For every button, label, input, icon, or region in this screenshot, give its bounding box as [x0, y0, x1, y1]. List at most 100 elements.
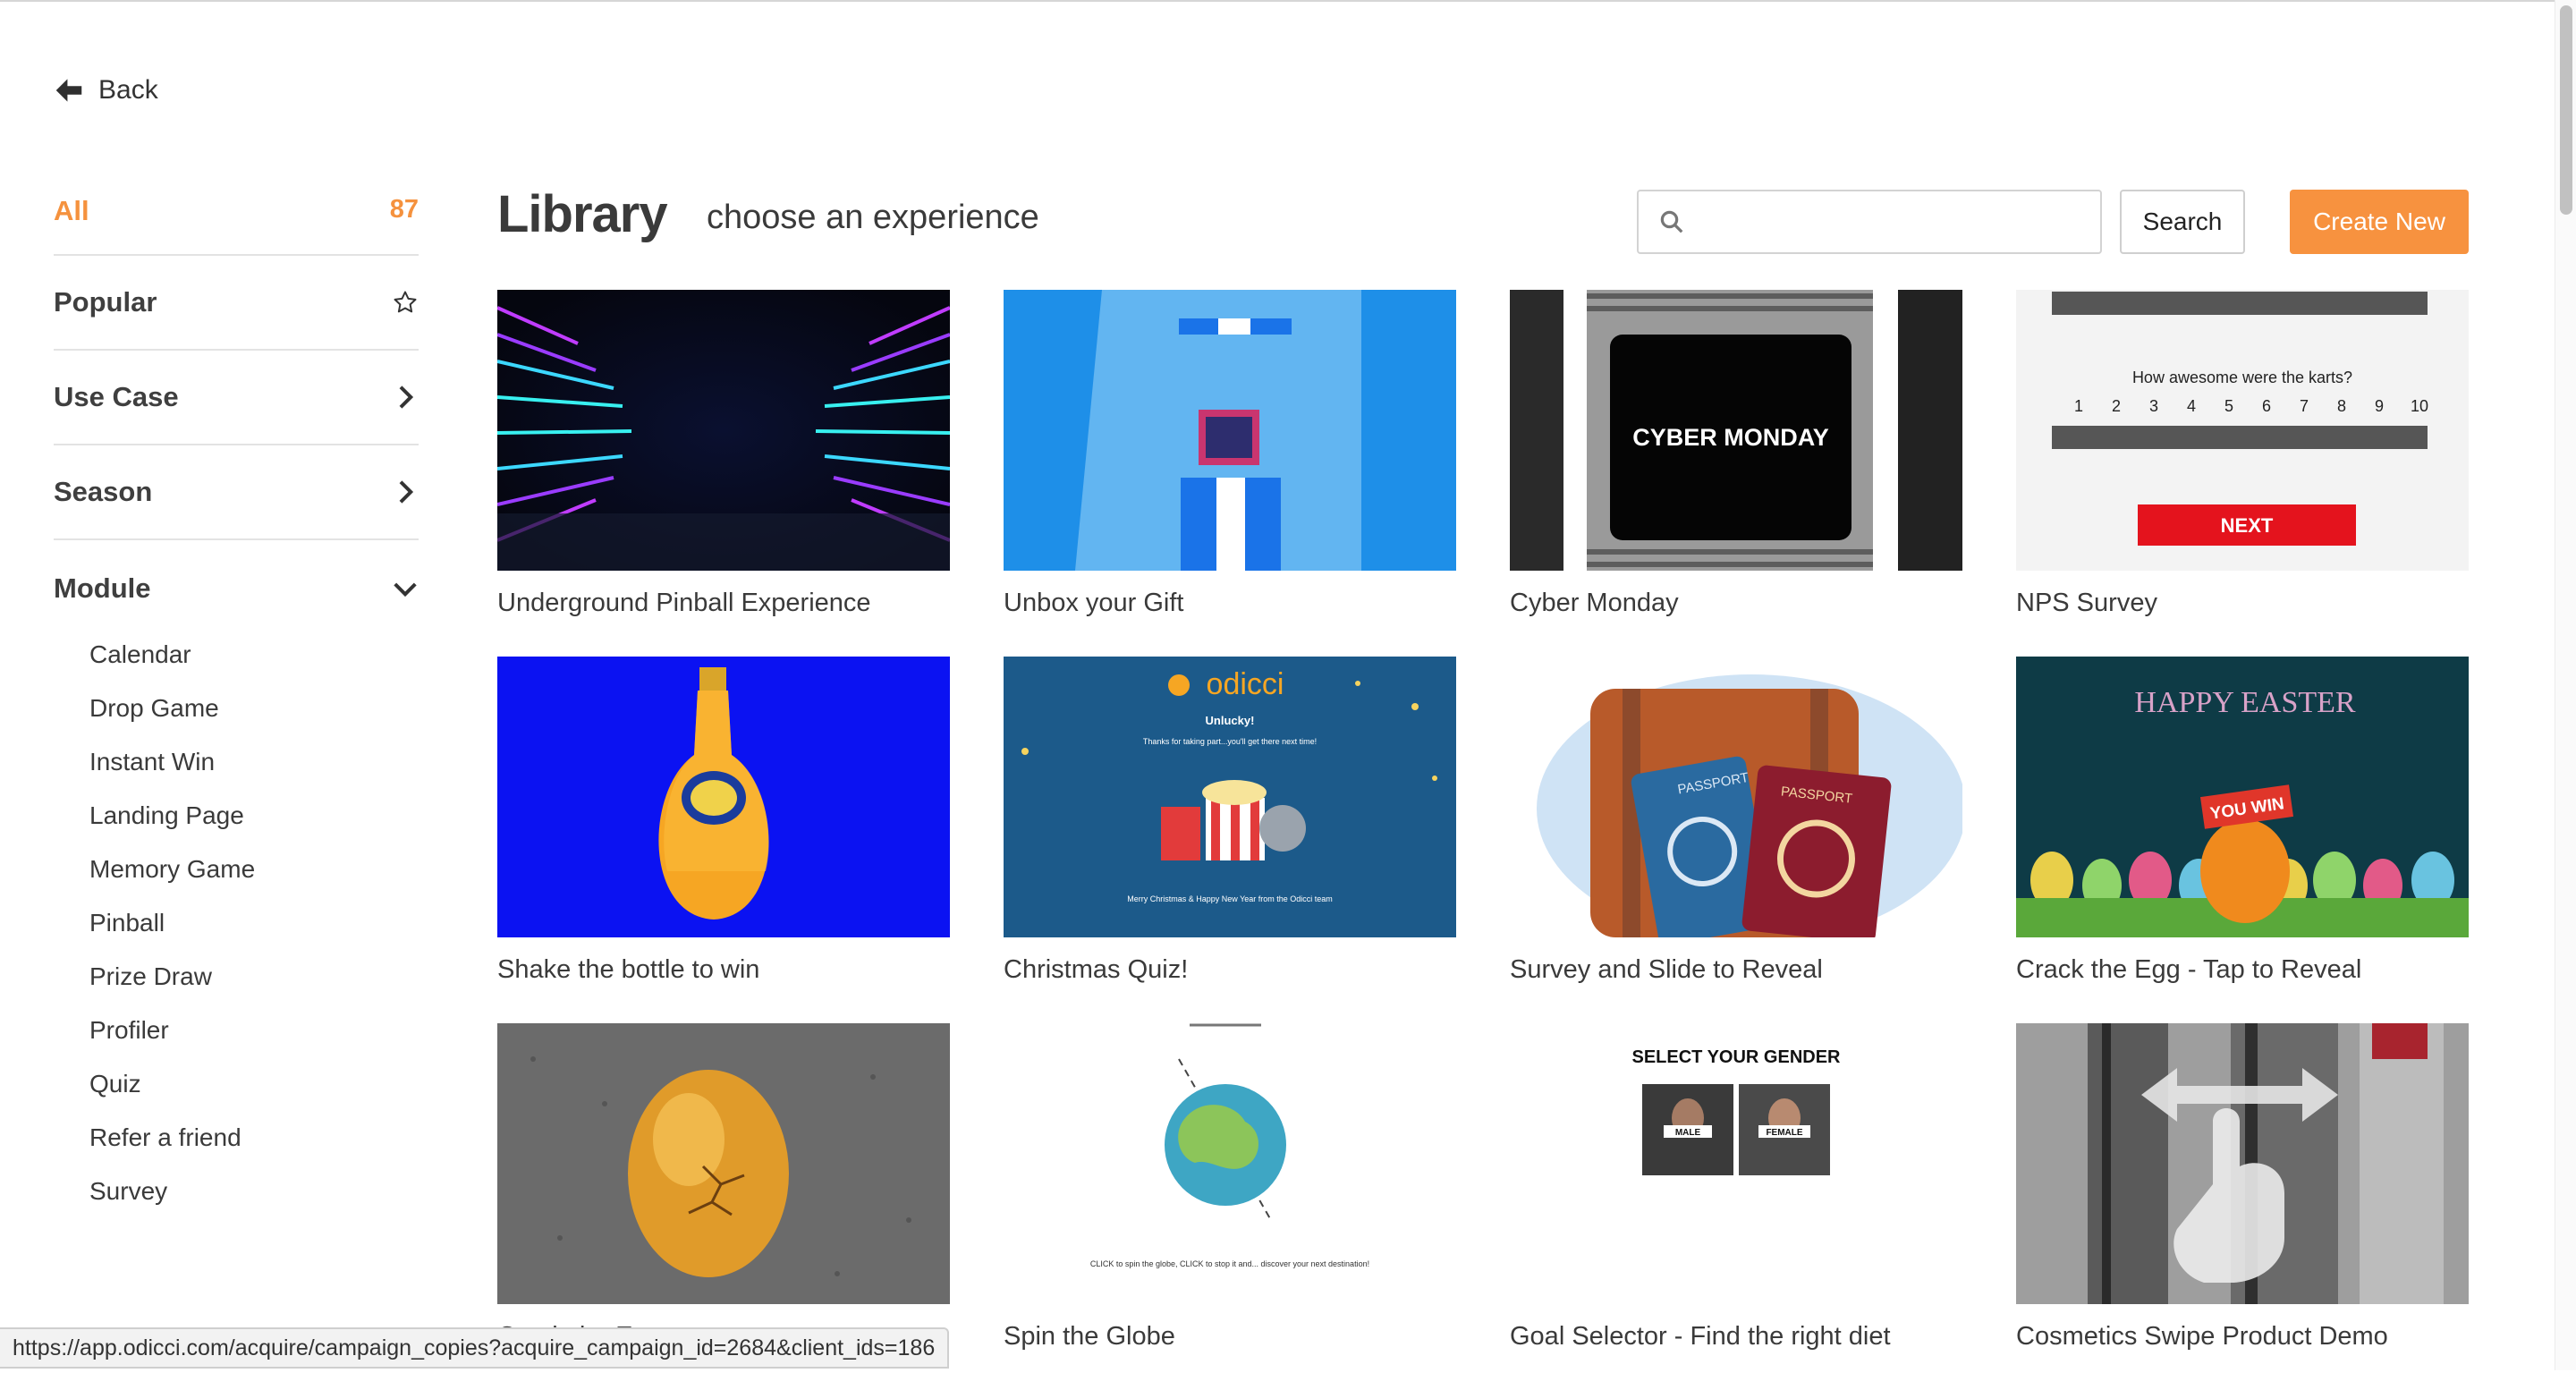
sidebar-all-count: 87	[389, 195, 419, 224]
scale-2: 2	[2112, 397, 2121, 415]
back-link[interactable]: Back	[52, 73, 158, 107]
thumb-question: How awesome were the karts?	[2132, 369, 2352, 386]
card-title: Christmas Quiz!	[1004, 955, 1189, 984]
card-thumbnail: HAPPY EASTER YOU WIN	[2016, 657, 2469, 937]
sidebar-item-label: Module	[54, 572, 151, 604]
experience-card[interactable]: HAPPY EASTER YOU WIN Crack the Egg - Tap…	[2016, 657, 2469, 1023]
experience-card[interactable]: How awesome were the karts? 1 2 3 4 5 6 …	[2016, 290, 2469, 657]
search-input[interactable]	[1696, 191, 2100, 252]
nps-survey-image: How awesome were the karts? 1 2 3 4 5 6 …	[2016, 290, 2469, 571]
arrow-left-icon	[55, 79, 82, 102]
experience-grid: Underground Pinball Experience Unbox you…	[497, 290, 2470, 1390]
sidebar-item-label: Popular	[54, 286, 157, 318]
chevron-right-icon	[399, 386, 414, 409]
page-title: Library	[497, 185, 668, 243]
experience-card[interactable]: Shake the bottle to win	[497, 657, 950, 1023]
experience-card[interactable]: PASSPORT PASSPORT Survey and Slide to Re…	[1510, 657, 1962, 1023]
card-title: Survey and Slide to Reveal	[1510, 955, 1823, 984]
sidebar-item-label: Season	[54, 476, 153, 507]
scale-4: 4	[2187, 397, 2196, 415]
globe-image: CLICK to spin the globe, CLICK to stop i…	[1004, 1023, 1456, 1304]
card-title: Cosmetics Swipe Product Demo	[2016, 1322, 2388, 1351]
card-thumbnail: odicci Unlucky! Thanks for taking part..…	[1004, 657, 1456, 937]
card-thumbnail	[497, 1023, 950, 1304]
thumb-option-male: MALE	[1675, 1128, 1701, 1138]
module-item-prize-draw[interactable]: Prize Draw	[89, 950, 419, 1004]
thumb-heading: SELECT YOUR GENDER	[1632, 1047, 1842, 1067]
chevron-right-icon	[399, 480, 414, 504]
module-item-quiz[interactable]: Quiz	[89, 1057, 419, 1111]
experience-card[interactable]: SELECT YOUR GENDER MALE FEMALE Goal Sele…	[1510, 1023, 1962, 1390]
thumb-heading: Unlucky!	[1206, 714, 1255, 727]
module-item-memory-game[interactable]: Memory Game	[89, 843, 419, 896]
sidebar-item-popular[interactable]: Popular	[54, 256, 419, 351]
vertical-scrollbar[interactable]	[2555, 0, 2576, 1370]
chevron-down-icon	[394, 582, 417, 598]
card-thumbnail	[497, 290, 950, 571]
experience-card[interactable]: CYBER MONDAY Cyber Monday	[1510, 290, 1962, 657]
scale-7: 7	[2300, 397, 2309, 415]
experience-card[interactable]: CLICK to spin the globe, CLICK to stop i…	[1004, 1023, 1456, 1390]
scale-5: 5	[2224, 397, 2233, 415]
sidebar-item-label: Use Case	[54, 381, 179, 412]
module-item-survey[interactable]: Survey	[89, 1165, 419, 1218]
thumb-footer: Merry Christmas & Happy New Year from th…	[1127, 894, 1333, 903]
sidebar-item-label: All	[54, 195, 89, 226]
sidebar-item-season[interactable]: Season	[54, 445, 419, 540]
experience-card[interactable]: Underground Pinball Experience	[497, 290, 950, 657]
neon-tunnel-image	[497, 290, 950, 571]
module-item-calendar[interactable]: Calendar	[89, 628, 419, 682]
scale-8: 8	[2337, 397, 2346, 415]
create-new-button[interactable]: Create New	[2290, 190, 2469, 254]
thumb-text: CYBER MONDAY	[1632, 424, 1829, 451]
easter-egg-image: HAPPY EASTER YOU WIN	[2016, 657, 2469, 937]
thumb-caption: CLICK to spin the globe, CLICK to stop i…	[1090, 1259, 1369, 1268]
card-thumbnail: SELECT YOUR GENDER MALE FEMALE	[1510, 1023, 1962, 1304]
star-icon	[394, 291, 417, 313]
window-top-border	[0, 0, 2576, 2]
module-item-landing-page[interactable]: Landing Page	[89, 789, 419, 843]
experience-card[interactable]: Cosmetics Swipe Product Demo	[2016, 1023, 2469, 1390]
card-thumbnail	[1004, 290, 1456, 571]
scrollbar-thumb[interactable]	[2560, 5, 2572, 215]
card-title: Underground Pinball Experience	[497, 589, 871, 617]
module-item-drop-game[interactable]: Drop Game	[89, 682, 419, 735]
sidebar-item-use-case[interactable]: Use Case	[54, 351, 419, 445]
card-thumbnail: How awesome were the karts? 1 2 3 4 5 6 …	[2016, 290, 2469, 571]
card-title: Spin the Globe	[1004, 1322, 1175, 1351]
orange-bottle-image	[497, 657, 950, 937]
search-field[interactable]	[1637, 190, 2102, 254]
golden-egg-image	[497, 1023, 950, 1304]
search-button[interactable]: Search	[2120, 190, 2245, 254]
card-thumbnail: CYBER MONDAY	[1510, 290, 1962, 571]
passport-suitcase-image: PASSPORT PASSPORT	[1510, 657, 1962, 937]
card-title: Crack the Egg - Tap to Reveal	[2016, 955, 2362, 984]
experience-card[interactable]: Unbox your Gift	[1004, 290, 1456, 657]
card-title: Goal Selector - Find the right diet	[1510, 1322, 1891, 1351]
card-title: NPS Survey	[2016, 589, 2157, 617]
link-status-bar: https://app.odicci.com/acquire/campaign_…	[0, 1327, 950, 1369]
sidebar-item-module[interactable]: Module	[54, 540, 419, 637]
card-thumbnail	[2016, 1023, 2469, 1304]
card-title: Unbox your Gift	[1004, 589, 1184, 617]
module-item-refer-a-friend[interactable]: Refer a friend	[89, 1111, 419, 1165]
thumb-line: Thanks for taking part...you'll get ther…	[1143, 737, 1317, 746]
sidebar: All 87 Popular Use Case Season Module Ca…	[54, 179, 419, 1218]
card-title: Shake the bottle to win	[497, 955, 760, 984]
scale-3: 3	[2149, 397, 2158, 415]
gift-box-image	[1004, 290, 1456, 571]
scale-1: 1	[2074, 397, 2083, 415]
back-label: Back	[98, 75, 158, 105]
christmas-quiz-image: odicci Unlucky! Thanks for taking part..…	[1004, 657, 1456, 937]
module-item-instant-win[interactable]: Instant Win	[89, 735, 419, 789]
module-item-pinball[interactable]: Pinball	[89, 896, 419, 950]
lipstick-swipe-image	[2016, 1023, 2469, 1304]
experience-card[interactable]: odicci Unlucky! Thanks for taking part..…	[1004, 657, 1456, 1023]
module-item-profiler[interactable]: Profiler	[89, 1004, 419, 1057]
module-list: Calendar Drop Game Instant Win Landing P…	[54, 628, 419, 1218]
card-thumbnail: CLICK to spin the globe, CLICK to stop i…	[1004, 1023, 1456, 1304]
thumb-logo: odicci	[1207, 667, 1284, 701]
search-icon	[1660, 210, 1683, 233]
scale-9: 9	[2375, 397, 2384, 415]
sidebar-item-all[interactable]: All 87	[54, 179, 419, 256]
